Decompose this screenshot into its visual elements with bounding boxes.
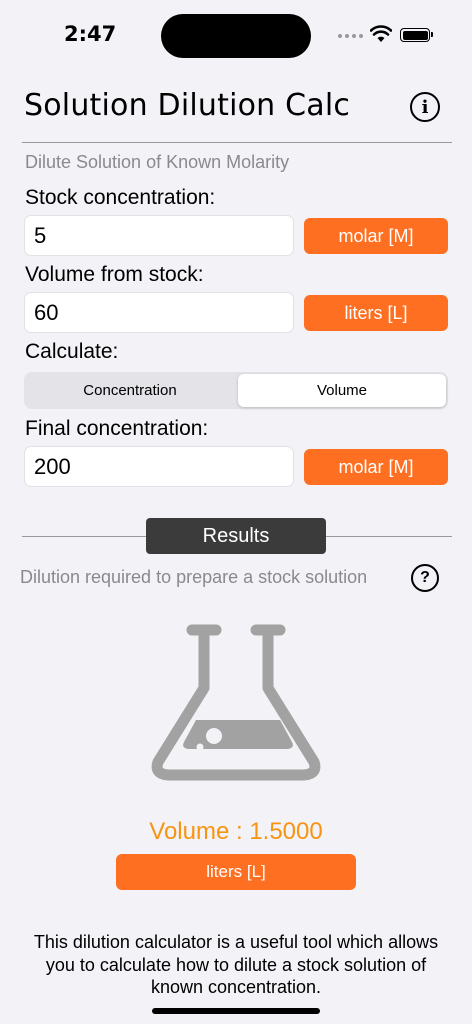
results-description: Dilution required to prepare a stock sol… — [20, 567, 368, 587]
segment-volume[interactable]: Volume — [238, 374, 446, 407]
divider — [22, 142, 452, 143]
flask-icon — [151, 624, 321, 781]
calculate-segmented-control: Concentration Volume — [24, 372, 448, 409]
battery-icon — [400, 28, 433, 42]
wifi-icon — [370, 25, 392, 42]
volume-from-stock-input[interactable]: 60 — [24, 292, 294, 333]
final-concentration-input[interactable]: 200 — [24, 446, 294, 487]
status-bar: 2:47 — [0, 0, 472, 70]
dynamic-island — [161, 14, 311, 58]
cellular-signal-icon — [338, 34, 363, 38]
stock-concentration-label: Stock concentration: — [25, 186, 216, 209]
page-title: Solution Dilution Calc — [24, 88, 351, 123]
status-time: 2:47 — [64, 22, 117, 46]
result-unit-button[interactable]: liters [L] — [116, 854, 356, 890]
result-value: Volume : 1.5000 — [149, 818, 323, 845]
calculate-label: Calculate: — [25, 340, 119, 363]
home-indicator — [152, 1008, 320, 1014]
description-text: This dilution calculator is a useful too… — [33, 932, 439, 997]
subtitle: Dilute Solution of Known Molarity — [25, 152, 290, 172]
final-concentration-unit-button[interactable]: molar [M] — [304, 449, 448, 485]
segment-concentration[interactable]: Concentration — [26, 374, 234, 407]
results-tag: Results — [146, 518, 326, 554]
volume-from-stock-unit-button[interactable]: liters [L] — [304, 295, 448, 331]
stock-concentration-unit-button[interactable]: molar [M] — [304, 218, 448, 254]
stock-concentration-input[interactable]: 5 — [24, 215, 294, 256]
volume-from-stock-label: Volume from stock: — [25, 263, 204, 286]
final-concentration-label: Final concentration: — [25, 417, 209, 440]
info-icon[interactable]: i — [410, 92, 440, 122]
help-icon[interactable]: ? — [411, 564, 439, 592]
